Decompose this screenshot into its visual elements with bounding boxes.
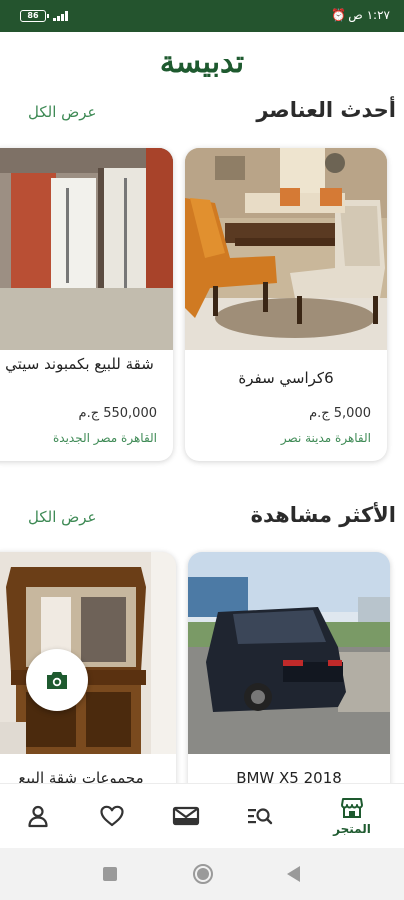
bottom-nav: المتجر — [0, 783, 404, 848]
item-card-chairs[interactable]: 6كراسي سفرة 5,000 ج.م القاهرة مدينة نصر — [185, 148, 387, 461]
status-bar: ١:٢٧ ص ⏰ 86 — [0, 0, 404, 32]
item-photo-apartment — [0, 148, 173, 350]
item-card-bmw[interactable]: BMW X5 2018 — [188, 552, 390, 812]
messages-icon — [172, 806, 200, 826]
nav-messages[interactable] — [156, 784, 216, 848]
nav-search[interactable] — [230, 784, 290, 848]
alarm-icon: ⏰ — [331, 8, 346, 22]
section-title-most-viewed: الأكثر مشاهدة — [250, 503, 396, 527]
item-location: القاهرة مدينة نصر — [280, 431, 371, 445]
nav-favorites[interactable] — [82, 784, 142, 848]
nav-store[interactable]: المتجر — [322, 784, 382, 848]
system-nav-bar — [0, 848, 404, 900]
signal-icon — [53, 11, 68, 21]
item-location: القاهرة مصر الجديدة — [53, 431, 157, 445]
favorites-icon — [100, 805, 124, 827]
back-button[interactable] — [285, 865, 301, 883]
nav-store-label: المتجر — [333, 822, 371, 836]
profile-icon — [28, 805, 48, 828]
camera-button[interactable] — [26, 649, 88, 711]
item-photo-bmw — [188, 552, 390, 754]
app-title: تدبيسة — [159, 45, 245, 80]
home-button[interactable] — [192, 863, 214, 885]
store-icon — [341, 798, 363, 818]
item-price: 5,000 ج.م — [309, 406, 371, 421]
item-photo-furniture — [0, 552, 176, 754]
item-title: شقة للبيع بكمبوند سيتي — [5, 355, 154, 373]
recents-button[interactable] — [103, 867, 117, 881]
item-photo-chairs — [185, 148, 387, 350]
nav-profile[interactable] — [8, 784, 68, 848]
section-title-latest: أحدث العناصر — [256, 98, 396, 122]
item-card-apartment[interactable]: شقة للبيع بكمبوند سيتي 550,000 ج.م القاه… — [0, 148, 173, 461]
item-price: 550,000 ج.م — [78, 406, 157, 421]
search-list-icon — [248, 808, 273, 825]
battery-icon: 86 — [20, 10, 49, 22]
view-all-most-viewed-link[interactable]: عرض الكل — [28, 508, 97, 526]
status-time: ١:٢٧ ص — [348, 8, 390, 22]
item-title: 6كراسي سفرة — [238, 369, 334, 387]
camera-icon — [47, 672, 67, 689]
view-all-latest-link[interactable]: عرض الكل — [28, 103, 97, 121]
